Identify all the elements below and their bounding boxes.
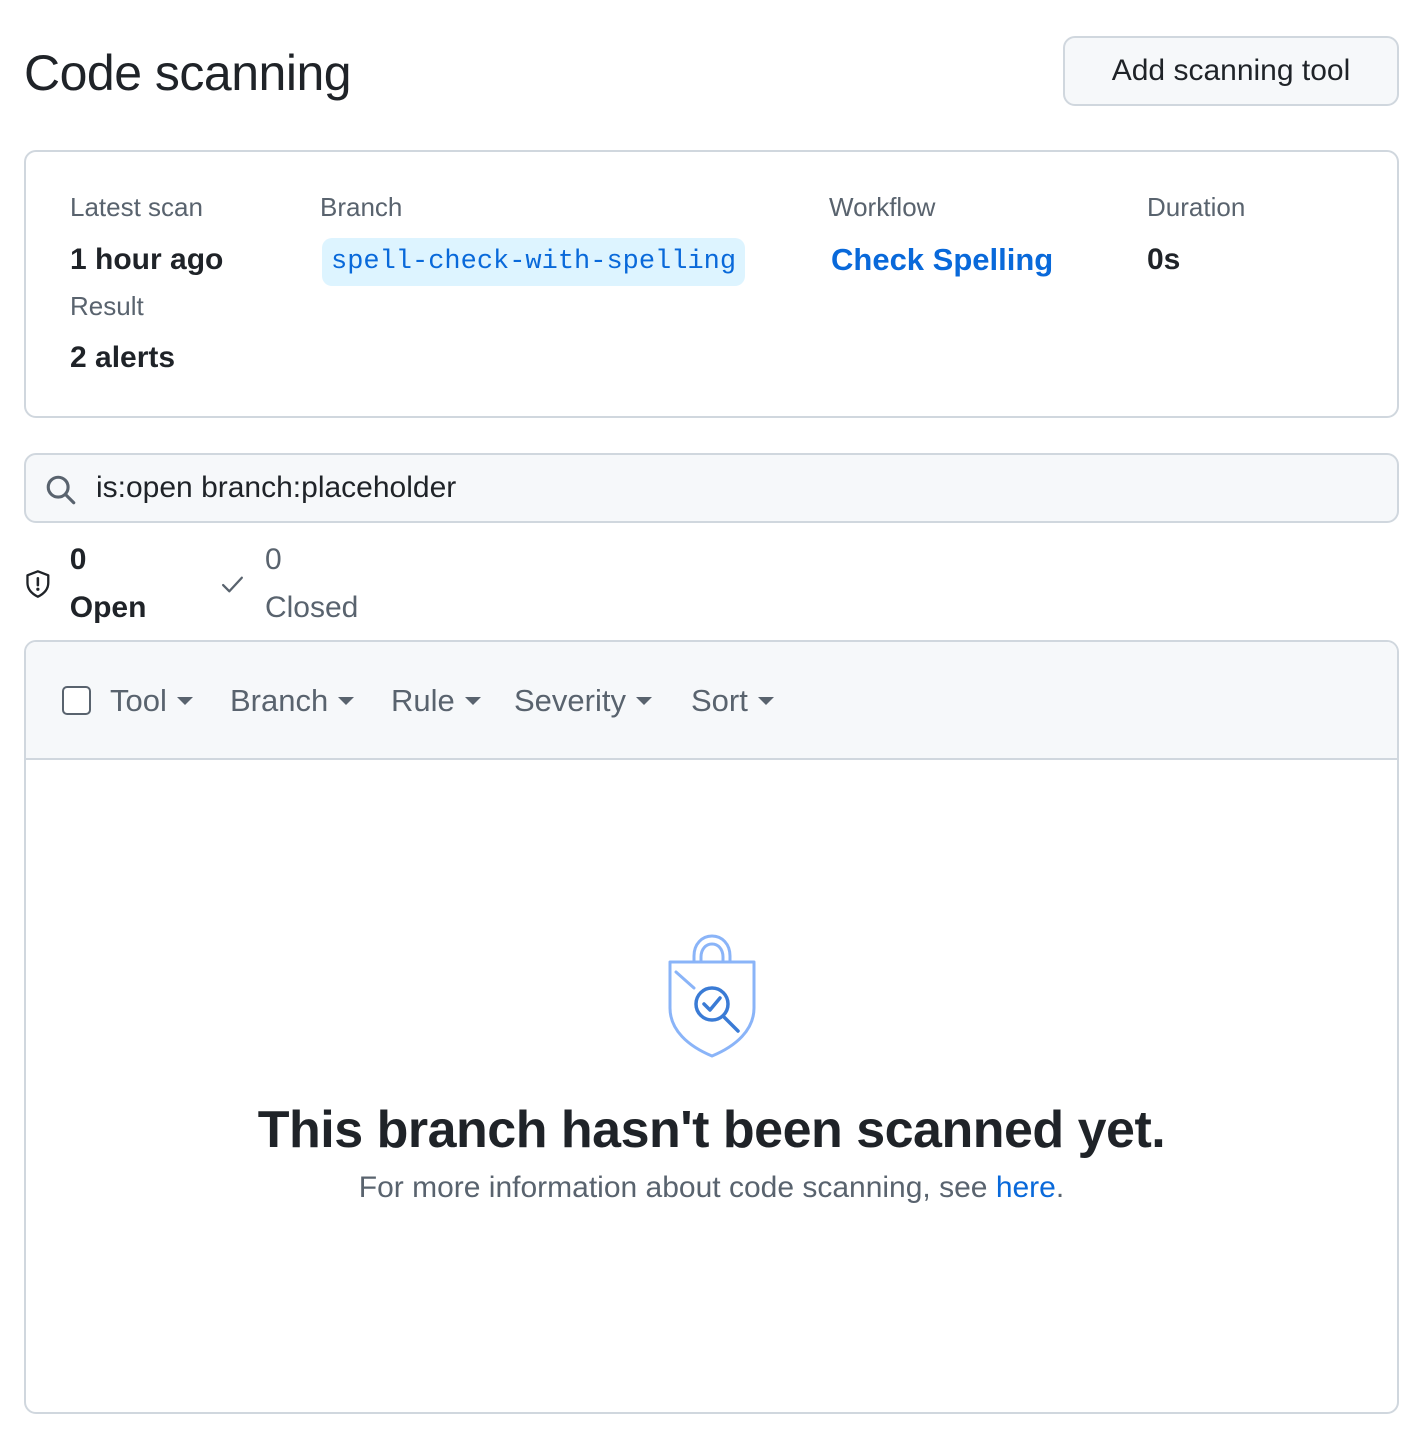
sort-label: Sort: [691, 683, 748, 718]
filter-bar: Tool Branch Rule Severity Sort: [26, 642, 1397, 760]
chevron-down-icon: [338, 697, 355, 705]
select-all-checkbox[interactable]: [62, 686, 91, 715]
tool-filter-label: Tool: [110, 683, 167, 718]
workflow-label: Workflow: [829, 192, 936, 222]
result-value: 2 alerts: [70, 341, 176, 374]
empty-state-description-text: For more information about code scanning…: [358, 1171, 996, 1204]
chevron-down-icon: [635, 697, 652, 705]
code-scanning-page: Code scanning Add scanning tool Latest s…: [0, 0, 1420, 1436]
empty-state-title: This branch hasn't been scanned yet.: [257, 1101, 1166, 1159]
severity-filter-dropdown[interactable]: Severity: [514, 680, 652, 722]
latest-scan-label: Latest scan: [70, 192, 203, 222]
rule-filter-dropdown[interactable]: Rule: [391, 680, 481, 722]
chevron-down-icon: [464, 697, 481, 705]
open-alerts-tab[interactable]: 0 Open: [24, 543, 153, 624]
tool-filter-dropdown[interactable]: Tool: [110, 680, 193, 722]
chevron-down-icon: [176, 697, 193, 705]
rule-filter-label: Rule: [391, 683, 455, 718]
empty-state-description: For more information about code scanning…: [26, 1168, 1397, 1208]
sort-dropdown[interactable]: Sort: [691, 680, 774, 722]
empty-state-description-suffix: .: [1055, 1171, 1065, 1204]
check-icon: [221, 576, 243, 593]
scan-summary-card: Latest scan 1 hour ago Result 2 alerts B…: [24, 150, 1399, 418]
docs-here-link[interactable]: here: [996, 1171, 1056, 1204]
shield-alert-icon: [26, 570, 50, 598]
search-input[interactable]: [96, 455, 1376, 521]
duration-value: 0s: [1147, 243, 1181, 276]
workflow-link[interactable]: Check Spelling: [831, 240, 1053, 280]
chevron-down-icon: [757, 697, 774, 705]
branch-label: Branch: [320, 192, 403, 222]
alerts-results-box: Tool Branch Rule Severity Sort This bran…: [24, 640, 1399, 1414]
closed-alerts-tab[interactable]: 0 Closed: [220, 543, 363, 624]
page-title: Code scanning: [24, 45, 352, 101]
severity-filter-label: Severity: [514, 683, 626, 718]
open-alerts-label: 0 Open: [69, 543, 147, 624]
branch-filter-label: Branch: [230, 683, 329, 718]
shield-lock-check-icon: [668, 934, 756, 1058]
latest-scan-value: 1 hour ago: [70, 243, 224, 276]
branch-filter-dropdown[interactable]: Branch: [230, 680, 355, 722]
alert-search-box[interactable]: [24, 453, 1399, 523]
search-icon: [46, 475, 76, 505]
add-scanning-tool-button[interactable]: Add scanning tool: [1063, 36, 1399, 106]
result-label: Result: [70, 291, 144, 321]
closed-alerts-label: 0 Closed: [264, 543, 359, 624]
branch-name-chip[interactable]: spell-check-with-spelling: [322, 238, 746, 286]
duration-label: Duration: [1147, 192, 1246, 222]
